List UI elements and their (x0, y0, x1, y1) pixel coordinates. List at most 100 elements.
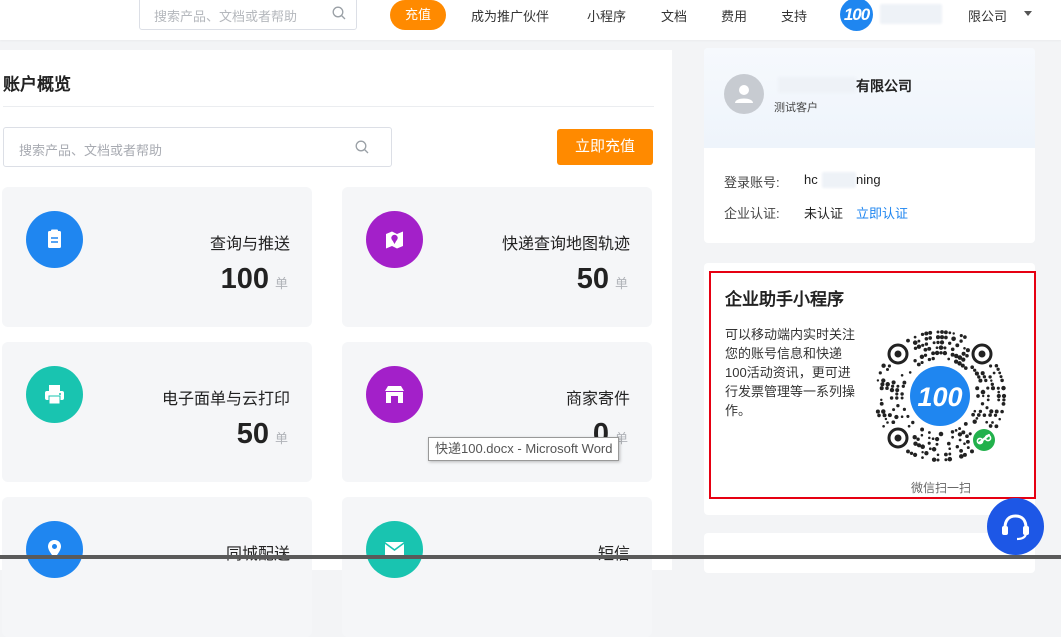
qr-dot (920, 433, 924, 437)
card-title: 同城配送 (226, 540, 290, 564)
card-waybill-print[interactable]: 电子面单与云打印 50 单 (2, 342, 312, 482)
cert-status: 未认证 (804, 206, 844, 221)
chevron-down-icon[interactable] (1024, 11, 1032, 16)
nav-support[interactable]: 支持 (781, 6, 807, 25)
qr-dot (875, 409, 880, 414)
qr-dot (900, 415, 904, 418)
qr-dot (935, 346, 939, 350)
qr-dot (982, 375, 987, 379)
qr-dot (944, 335, 948, 340)
main-search-input[interactable]: 搜索产品、文档或者帮助 (3, 127, 392, 167)
qr-dot (932, 341, 936, 345)
qr-dot (955, 445, 959, 449)
qr-dot (900, 374, 904, 377)
certify-now-link[interactable]: 立即认证 (856, 203, 908, 222)
qr-dot (928, 336, 933, 340)
qr-dot (980, 371, 985, 376)
card-title: 商家寄件 (565, 391, 630, 408)
search-icon[interactable] (332, 6, 346, 25)
qr-dot (990, 379, 993, 382)
qr-dot (927, 431, 931, 434)
certification-row: 企业认证: 未认证 立即认证 (724, 203, 908, 222)
qr-dot (981, 394, 985, 398)
card-sms[interactable]: 短信 (342, 497, 652, 637)
card-same-city[interactable]: 同城配送 (2, 497, 312, 637)
qr-dot (965, 354, 969, 358)
qr-dot (924, 342, 929, 346)
qr-dot (920, 444, 925, 449)
qr-dot (936, 453, 940, 457)
qr-dot (994, 424, 999, 429)
top-search-input[interactable]: 搜索产品、文档或者帮助 (139, 0, 357, 30)
qr-dot (936, 340, 940, 345)
nav-docs[interactable]: 文档 (661, 6, 687, 25)
top-recharge-button[interactable]: 充值 (390, 0, 446, 30)
qr-dot (892, 408, 896, 412)
recharge-now-button[interactable]: 立即充值 (557, 129, 653, 165)
qr-dot (988, 413, 992, 417)
miniprogram-qr-code[interactable]: 100 (870, 326, 1010, 471)
qr-dot (913, 346, 918, 351)
qr-dot (965, 348, 970, 353)
qr-dot (912, 340, 918, 345)
redacted-block (880, 4, 942, 24)
logo-icon[interactable]: 100 (840, 0, 873, 31)
nav-pricing[interactable]: 费用 (721, 6, 747, 25)
headset-icon (1002, 514, 1029, 541)
qr-dot (950, 430, 955, 434)
count-unit: 单 (614, 276, 628, 291)
qr-dot (895, 388, 900, 393)
qr-dot (965, 434, 969, 439)
qr-dot (961, 357, 966, 362)
qr-dot (939, 335, 945, 340)
qr-dot (944, 452, 948, 457)
qr-dot (924, 336, 929, 341)
qr-dot (902, 407, 906, 411)
qr-dot (907, 424, 911, 428)
qr-dot (927, 441, 931, 445)
search-icon[interactable] (355, 140, 369, 159)
qr-dot (939, 340, 945, 345)
qr-dot (880, 398, 883, 402)
qr-dot (951, 435, 954, 439)
qr-dot (958, 427, 962, 431)
qr-dot (935, 335, 941, 340)
qr-dot (988, 424, 993, 428)
qr-dot (908, 371, 912, 374)
qr-dot (880, 382, 885, 387)
qr-dot (989, 409, 994, 414)
qr-code-graphic: 100 (872, 328, 1008, 464)
qr-dot (971, 412, 975, 417)
taskbar-edge (0, 555, 1061, 559)
qr-dot (950, 347, 955, 352)
qr-dot (923, 347, 928, 352)
qr-dot (965, 439, 970, 444)
count-value: 50 (236, 418, 269, 450)
qr-dot (885, 367, 890, 372)
qr-dot (928, 436, 931, 440)
qr-dot (890, 384, 895, 388)
card-title: 查询与推送 (209, 236, 290, 253)
qr-dot (968, 432, 972, 436)
card-map-track[interactable]: 快递查询地图轨迹 50 单 (342, 187, 652, 327)
qr-dot (911, 420, 915, 425)
qr-dot (961, 351, 966, 356)
nav-partner[interactable]: 成为推广伙伴 (471, 6, 549, 25)
qr-dot (913, 452, 918, 457)
qr-dot (959, 334, 963, 338)
card-query-push[interactable]: 查询与推送 100 单 (2, 187, 312, 327)
login-label: 登录账号: (724, 175, 780, 190)
qr-dot (931, 437, 935, 441)
qr-dot (885, 382, 890, 387)
redacted-block (822, 172, 856, 188)
map-pin-icon (366, 211, 423, 268)
company-menu[interactable]: 限公司 (968, 6, 1007, 25)
support-headset-button[interactable] (987, 498, 1044, 555)
qr-dot (959, 339, 963, 343)
nav-miniprogram[interactable]: 小程序 (587, 6, 626, 25)
card-count: 50 单 (577, 263, 628, 296)
card-merchant-shipping[interactable]: 商家寄件 0单 (342, 342, 652, 482)
qr-dot (881, 363, 886, 368)
qr-dot (974, 371, 979, 376)
qr-dot (931, 356, 935, 361)
